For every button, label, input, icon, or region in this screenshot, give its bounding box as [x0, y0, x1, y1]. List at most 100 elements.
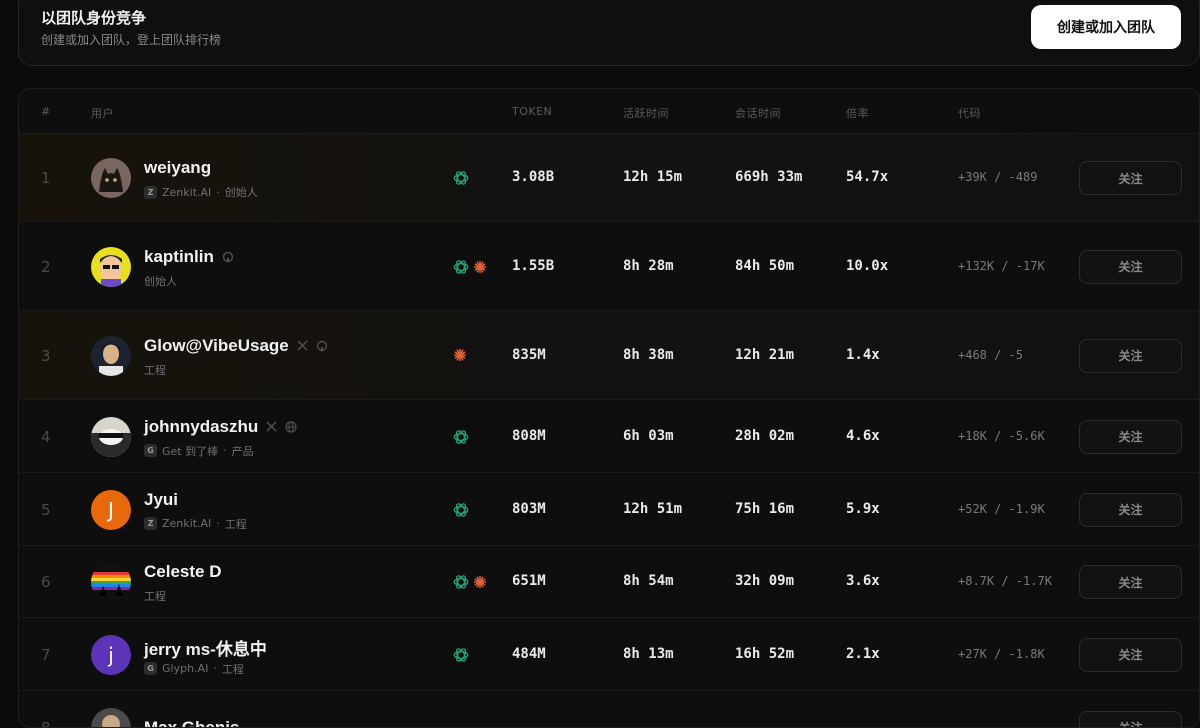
- rank-number: 2: [41, 258, 51, 276]
- avatar[interactable]: [91, 562, 131, 602]
- user-name[interactable]: Jyui: [144, 490, 178, 510]
- user-meta: 工程: [144, 588, 166, 604]
- ratio-value: 2.1x: [846, 646, 880, 662]
- active-time-value: 6h 03m: [623, 428, 674, 444]
- active-time-value: 12h 51m: [623, 501, 682, 517]
- role-label: 产品: [232, 443, 254, 459]
- token-value: 803M: [512, 501, 546, 517]
- rank-number: 1: [41, 169, 51, 187]
- rank-number: 3: [41, 347, 51, 365]
- user-meta: 工程: [144, 362, 166, 378]
- x-icon[interactable]: [297, 340, 308, 351]
- rank-number: 4: [41, 428, 51, 446]
- separator: ·: [216, 517, 220, 530]
- ratio-value: 10.0x: [846, 258, 888, 274]
- banner-title: 以团队身份竞争: [41, 7, 146, 28]
- table-row: 3 Glow@VibeUsage 工程 835M 8h 38m 12h 21m …: [19, 310, 1199, 399]
- header-session-time: 会话时间: [735, 105, 781, 121]
- ratio-value: 5.9x: [846, 501, 880, 517]
- role-label: 工程: [144, 362, 166, 378]
- separator: ·: [216, 186, 220, 199]
- rank-number: 7: [41, 646, 51, 664]
- tool-icons: [452, 428, 470, 446]
- avatar[interactable]: J: [91, 490, 131, 530]
- code-diff-value: +52K / -1.9K: [958, 502, 1045, 516]
- table-row: 1 weiyang ZZenkit.AI·创始人 3.08B 12h 15m 6…: [19, 133, 1199, 221]
- user-meta: GGlyph.AI·工程: [144, 661, 244, 677]
- header-ratio: 倍率: [846, 105, 869, 121]
- create-join-team-button[interactable]: 创建或加入团队: [1031, 5, 1181, 49]
- user-name[interactable]: Celeste D: [144, 562, 221, 582]
- openai-icon: [452, 646, 470, 664]
- separator: ·: [223, 444, 227, 457]
- org-name[interactable]: Zenkit.AI: [162, 186, 211, 199]
- avatar[interactable]: [91, 708, 131, 728]
- openai-icon: [452, 169, 470, 187]
- rank-number: 5: [41, 501, 51, 519]
- openai-icon: [452, 573, 470, 591]
- follow-button[interactable]: 关注: [1079, 420, 1182, 454]
- session-time-value: 32h 09m: [735, 573, 794, 589]
- org-badge-icon: G: [144, 662, 157, 675]
- header-rank: #: [41, 105, 51, 118]
- org-name[interactable]: Glyph.AI: [162, 662, 208, 675]
- header-token: TOKEN: [512, 105, 552, 118]
- token-value: 1.55B: [512, 258, 554, 274]
- role-label: 创始人: [225, 184, 258, 200]
- role-label: 工程: [222, 661, 244, 677]
- table-row: 7 j jerry ms-休息中 GGlyph.AI·工程 484M 8h 13…: [19, 617, 1199, 690]
- org-name[interactable]: Get 到了棒: [162, 443, 218, 459]
- session-time-value: 84h 50m: [735, 258, 794, 274]
- rank-number: 6: [41, 573, 51, 591]
- ratio-value: 3.6x: [846, 573, 880, 589]
- user-name[interactable]: Max Ghenis: [144, 718, 239, 728]
- avatar[interactable]: [91, 336, 131, 376]
- follow-button[interactable]: 关注: [1079, 711, 1182, 728]
- user-name[interactable]: kaptinlin: [144, 247, 214, 267]
- token-value: 835M: [512, 347, 546, 363]
- avatar[interactable]: [91, 247, 131, 287]
- follow-button[interactable]: 关注: [1079, 250, 1182, 284]
- follow-button[interactable]: 关注: [1079, 565, 1182, 599]
- user-meta: 创始人: [144, 273, 177, 289]
- table-header: # 用户 TOKEN 活跃时间 会话时间 倍率 代码: [19, 89, 1199, 135]
- follow-button[interactable]: 关注: [1079, 493, 1182, 527]
- table-row: 5 J Jyui ZZenkit.AI·工程 803M 12h 51m 75h …: [19, 472, 1199, 545]
- user-name[interactable]: weiyang: [144, 158, 211, 178]
- tool-icons: [452, 169, 470, 187]
- role-label: 工程: [225, 516, 247, 532]
- code-diff-value: +27K / -1.8K: [958, 647, 1045, 661]
- avatar-letter: J: [108, 498, 114, 522]
- token-value: 651M: [512, 573, 546, 589]
- org-name[interactable]: Zenkit.AI: [162, 517, 211, 530]
- code-diff-value: +39K / -489: [958, 170, 1037, 184]
- user-name[interactable]: johnnydaszhu: [144, 417, 258, 437]
- session-time-value: 75h 16m: [735, 501, 794, 517]
- user-name[interactable]: Glow@VibeUsage: [144, 336, 289, 356]
- x-icon[interactable]: [266, 421, 277, 432]
- session-time-value: 12h 21m: [735, 347, 794, 363]
- token-value: 3.08B: [512, 169, 554, 185]
- org-badge-icon: G: [144, 444, 157, 457]
- follow-button[interactable]: 关注: [1079, 339, 1182, 373]
- globe-icon[interactable]: [285, 421, 297, 433]
- role-label: 创始人: [144, 273, 177, 289]
- leaderboard-table: # 用户 TOKEN 活跃时间 会话时间 倍率 代码 1 weiyang ZZe…: [18, 88, 1200, 728]
- active-time-value: 8h 54m: [623, 573, 674, 589]
- avatar-letter: j: [108, 643, 114, 667]
- avatar[interactable]: j: [91, 635, 131, 675]
- user-meta: ZZenkit.AI·创始人: [144, 184, 258, 200]
- avatar[interactable]: [91, 158, 131, 198]
- ratio-value: 4.6x: [846, 428, 880, 444]
- role-label: 工程: [144, 588, 166, 604]
- follow-button[interactable]: 关注: [1079, 161, 1182, 195]
- ratio-value: 1.4x: [846, 347, 880, 363]
- openai-icon: [452, 428, 470, 446]
- team-banner: 以团队身份竞争 创建或加入团队，登上团队排行榜 创建或加入团队: [18, 0, 1200, 66]
- claude-icon: [472, 574, 488, 590]
- follow-button[interactable]: 关注: [1079, 638, 1182, 672]
- avatar[interactable]: [91, 417, 131, 457]
- user-name[interactable]: jerry ms-休息中: [144, 635, 267, 660]
- github-icon[interactable]: [316, 340, 328, 352]
- github-icon[interactable]: [222, 251, 234, 263]
